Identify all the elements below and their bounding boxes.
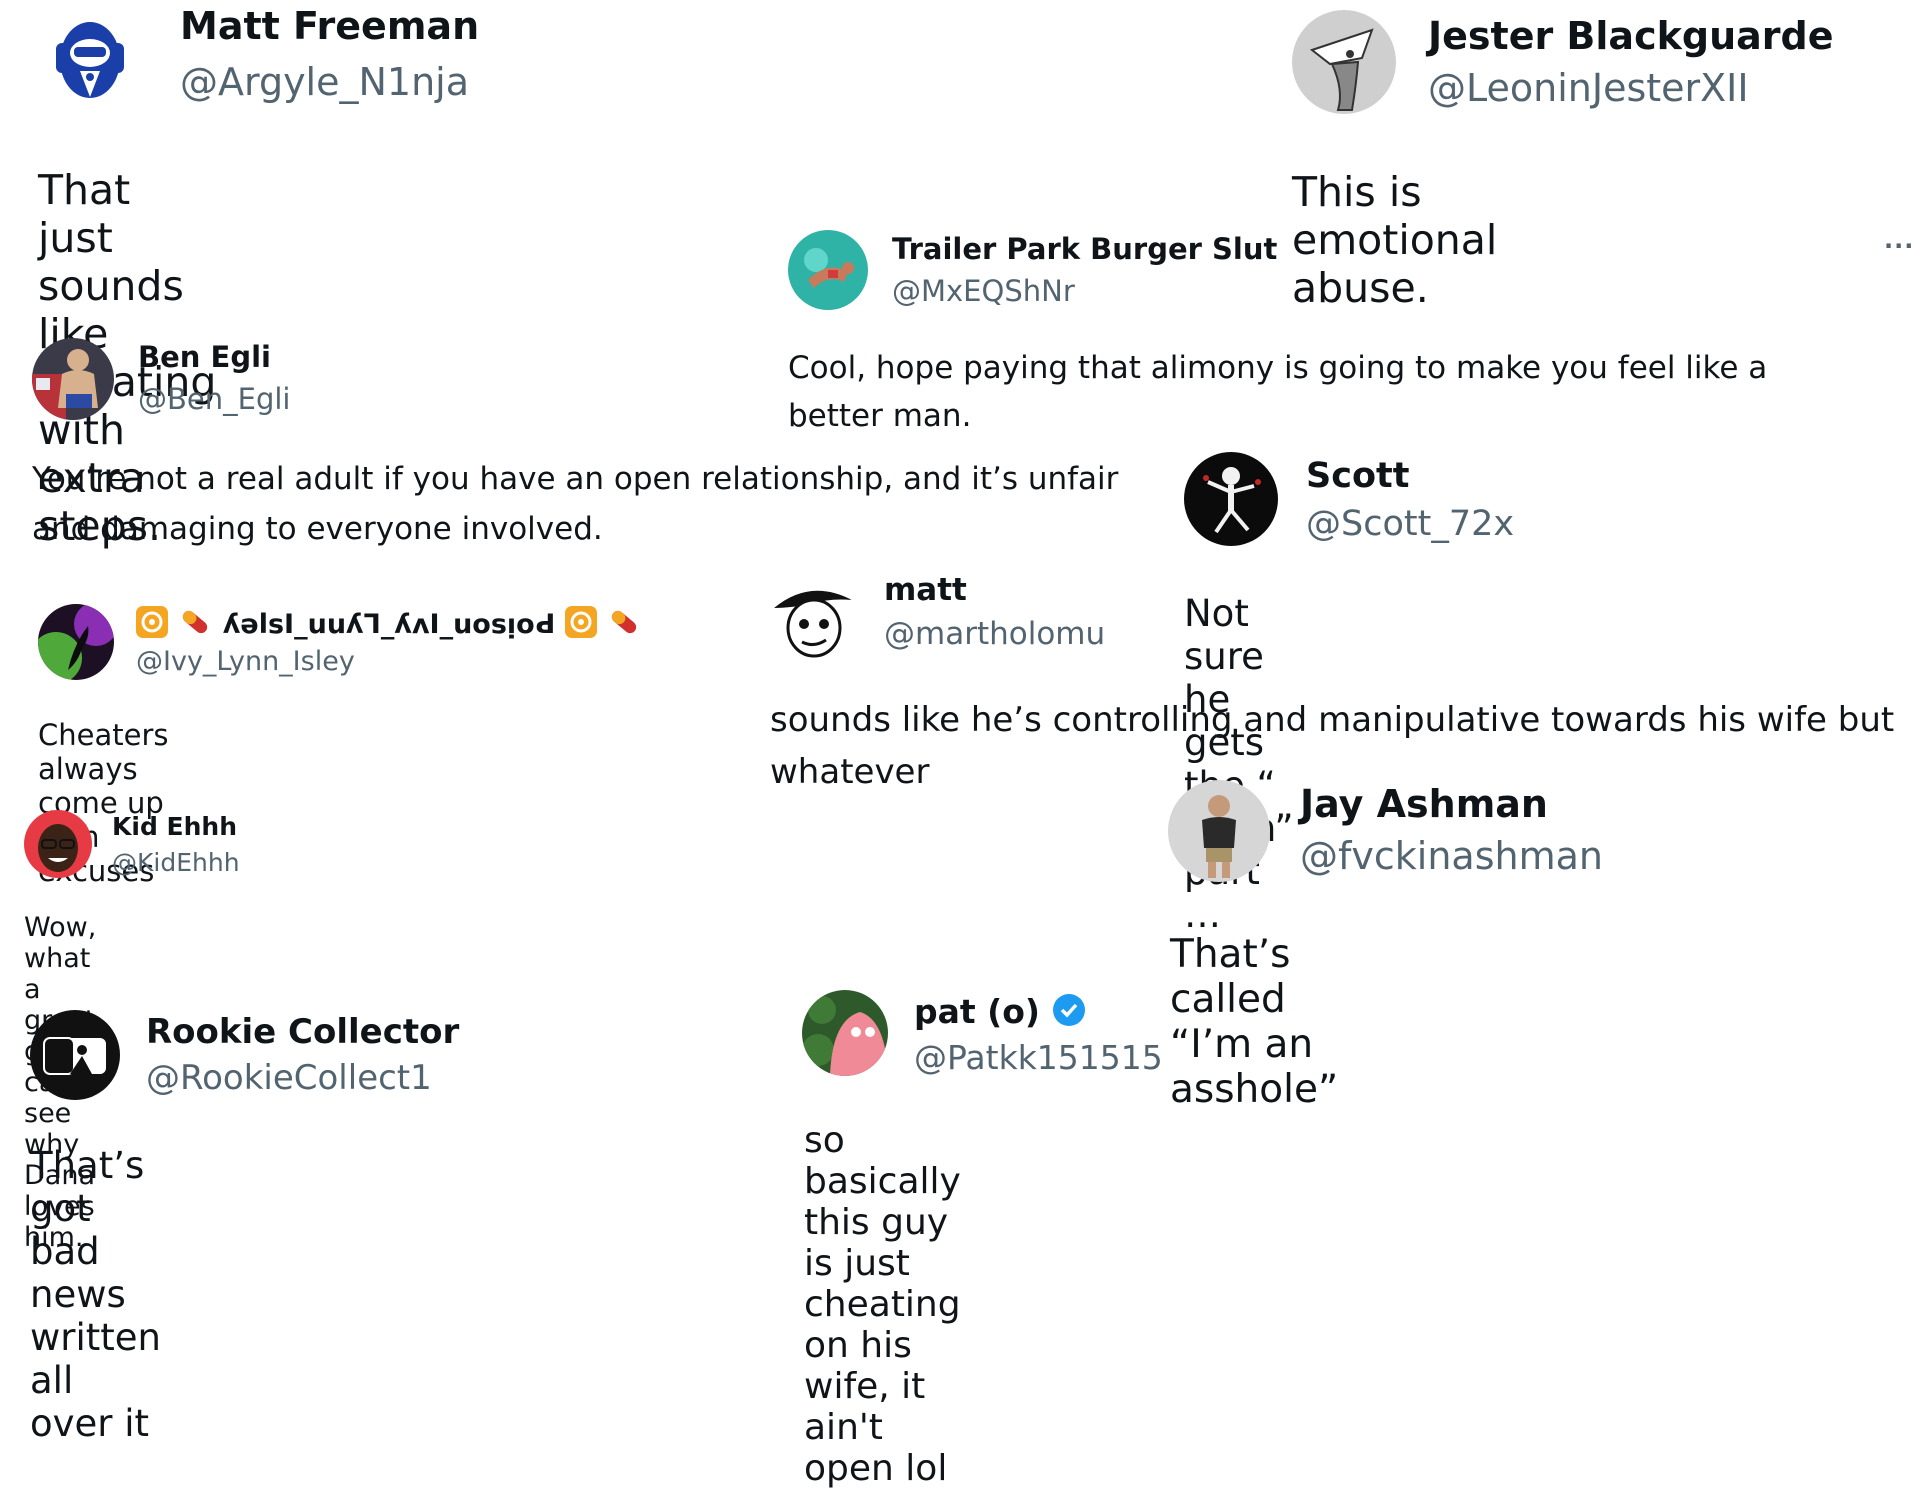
- display-name[interactable]: Kid Ehhh: [112, 812, 237, 841]
- display-name[interactable]: Matt Freeman: [180, 4, 479, 48]
- user-handle[interactable]: @KidEhhh: [112, 848, 240, 877]
- display-name[interactable]: Trailer Park Burger Slut: [892, 232, 1277, 266]
- avatar[interactable]: [1168, 780, 1270, 882]
- avatar[interactable]: [38, 604, 114, 680]
- display-name[interactable]: pat (o): [914, 992, 1086, 1035]
- biohazard-icon: [136, 606, 168, 645]
- more-horizontal-icon[interactable]: ···: [1884, 232, 1914, 260]
- display-name[interactable]: ʎǝlsI_uuʎꞀ_ʎʌI_uosᴉoԀ: [136, 606, 642, 645]
- display-name[interactable]: Jay Ashman: [1300, 782, 1548, 826]
- display-name[interactable]: Jester Blackguarde: [1428, 14, 1833, 58]
- avatar[interactable]: [30, 1010, 120, 1100]
- reply-text: This is emotional abuse.: [1292, 168, 1498, 312]
- display-name[interactable]: Scott: [1306, 456, 1409, 496]
- avatar[interactable]: [1184, 452, 1278, 546]
- verified-badge-icon: [1052, 993, 1086, 1035]
- pill-icon: [177, 606, 213, 645]
- user-handle[interactable]: @RookieCollect1: [146, 1058, 432, 1098]
- user-handle[interactable]: @martholomu: [884, 616, 1105, 652]
- avatar[interactable]: [24, 810, 92, 878]
- display-name[interactable]: matt: [884, 572, 967, 608]
- user-handle[interactable]: @Patkk151515: [914, 1038, 1163, 1077]
- avatar[interactable]: [770, 578, 856, 660]
- avatar[interactable]: [50, 5, 130, 105]
- reply-text: That’s got bad news written all over it: [30, 1144, 161, 1445]
- avatar[interactable]: [802, 990, 888, 1076]
- display-name-text: pat (o): [914, 992, 1040, 1031]
- user-handle[interactable]: @Scott_72x: [1306, 504, 1514, 544]
- avatar[interactable]: [788, 230, 868, 310]
- display-name[interactable]: Rookie Collector: [146, 1012, 459, 1052]
- display-name-text: ʎǝlsI_uuʎꞀ_ʎʌI_uosᴉoԀ: [222, 609, 556, 640]
- avatar[interactable]: [1292, 10, 1396, 114]
- reply-text: so basically this guy is just cheating o…: [804, 1120, 961, 1489]
- user-handle[interactable]: @MxEQShNr: [892, 274, 1075, 308]
- biohazard-icon: [564, 606, 597, 645]
- user-handle[interactable]: @fvckinashman: [1300, 834, 1603, 878]
- user-handle[interactable]: @Ivy_Lynn_Isley: [136, 646, 355, 677]
- reply-text: Cool, hope paying that alimony is going …: [788, 350, 1768, 434]
- user-handle[interactable]: @Ben_Egli: [138, 382, 290, 416]
- display-name[interactable]: Ben Egli: [138, 340, 271, 374]
- avatar[interactable]: [32, 338, 114, 420]
- user-handle[interactable]: @Argyle_N1nja: [180, 60, 469, 104]
- pill-icon: [606, 606, 642, 645]
- reply-text: You’re not a real adult if you have an o…: [32, 461, 1119, 547]
- reply-text: That’s called “I’m an asshole”: [1170, 932, 1339, 1112]
- user-handle[interactable]: @LeoninJesterXII: [1428, 66, 1749, 110]
